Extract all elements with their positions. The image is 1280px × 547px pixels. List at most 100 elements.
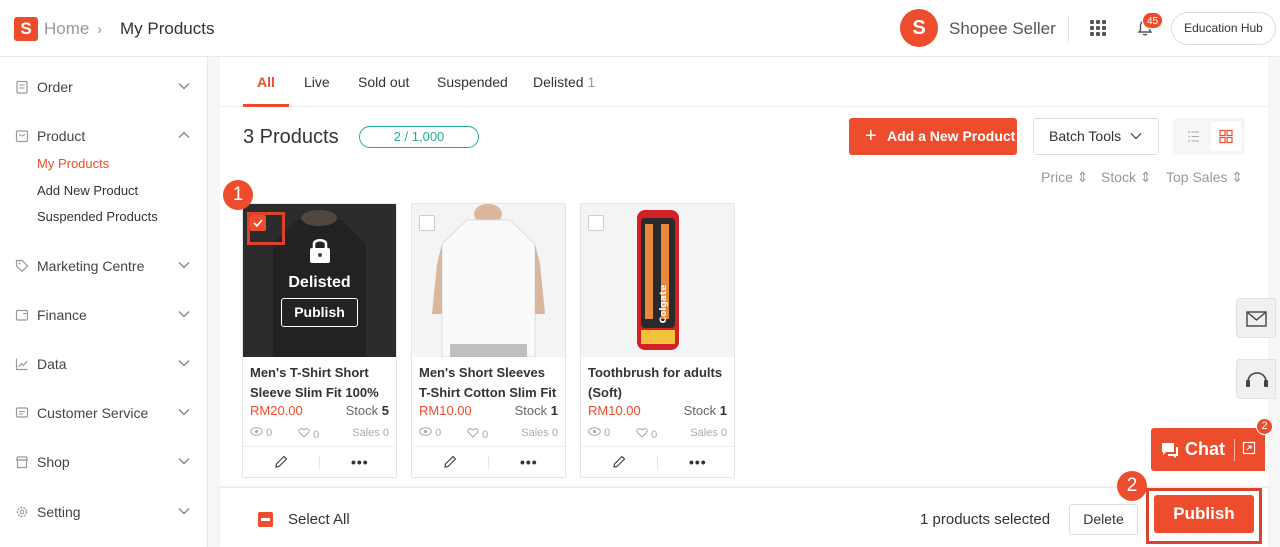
eye-icon: [250, 427, 263, 436]
sidebar-subitem-suspended-products[interactable]: Suspended Products: [37, 209, 158, 224]
sidebar-item-label: Shop: [37, 454, 70, 470]
sidebar-item-order[interactable]: Order: [0, 72, 208, 102]
product-name[interactable]: Toothbrush for adults (Soft): [588, 363, 729, 403]
heart-icon: [467, 428, 479, 438]
tab-live[interactable]: Live: [304, 74, 330, 90]
breadcrumb-home[interactable]: Home: [44, 19, 89, 39]
product-card[interactable]: Colgate Toothbrush for adults (Soft) RM1…: [580, 203, 735, 478]
gear-icon: [16, 506, 28, 518]
product-checkbox[interactable]: [588, 215, 604, 231]
sort-arrows-icon: ⇕: [1139, 169, 1152, 185]
product-price: RM10.00: [588, 403, 641, 418]
support-shortcut[interactable]: [1236, 359, 1276, 399]
heart-icon: [298, 428, 310, 438]
seller-avatar[interactable]: S: [900, 9, 938, 47]
sidebar-item-product[interactable]: Product: [0, 121, 208, 151]
sort-stock[interactable]: Stock ⇕: [1101, 169, 1152, 186]
sidebar-item-setting[interactable]: Setting: [0, 497, 208, 527]
tab-all[interactable]: All: [257, 74, 275, 90]
action-separator: [657, 456, 658, 470]
step-marker-2: 2: [1117, 471, 1147, 501]
message-icon: [15, 407, 29, 418]
chat-separator: [1234, 439, 1235, 461]
breadcrumb-separator-icon: ›: [97, 21, 102, 38]
more-options-icon[interactable]: •••: [520, 454, 538, 470]
chevron-down-icon: [178, 83, 190, 90]
edit-pencil-icon[interactable]: [612, 455, 626, 469]
product-name[interactable]: Men's Short Sleeves T-Shirt Cotton Slim …: [419, 363, 560, 403]
shopee-logo-icon[interactable]: S: [14, 17, 38, 41]
product-name[interactable]: Men's T-Shirt Short Sleeve Slim Fit 100%…: [250, 363, 391, 403]
delisted-label: Delisted: [288, 274, 351, 291]
action-separator: [488, 456, 489, 470]
seller-name[interactable]: Shopee Seller: [949, 19, 1056, 39]
apps-grid-icon[interactable]: [1090, 20, 1106, 36]
batch-tools-dropdown[interactable]: Batch Tools: [1033, 118, 1159, 155]
sidebar-item-shop[interactable]: Shop: [0, 447, 208, 477]
add-new-product-button[interactable]: + Add a New Product: [849, 118, 1017, 155]
edit-pencil-icon[interactable]: [274, 455, 288, 469]
more-options-icon[interactable]: •••: [689, 454, 707, 470]
product-stock: Stock 5: [345, 403, 389, 418]
more-options-icon[interactable]: •••: [351, 454, 369, 470]
sort-price[interactable]: Price ⇕: [1041, 169, 1089, 186]
mail-shortcut[interactable]: [1236, 298, 1276, 338]
sidebar-item-finance[interactable]: Finance: [0, 300, 208, 330]
select-all-label[interactable]: Select All: [288, 511, 350, 528]
views-count: 0: [250, 427, 272, 439]
product-stock: Stock 1: [683, 403, 727, 418]
sales-count: Sales 0: [521, 427, 558, 439]
chevron-down-icon: [178, 409, 190, 416]
product-quota-badge: 2 / 1,000: [359, 126, 479, 148]
tab-delisted[interactable]: Delisted 1: [533, 74, 595, 90]
headset-icon: [1246, 372, 1268, 387]
sort-arrows-icon: ⇕: [1076, 169, 1089, 185]
sales-count: Sales 0: [690, 427, 727, 439]
lock-icon: [310, 238, 330, 263]
expand-chat-icon[interactable]: [1242, 441, 1256, 455]
eye-icon: [588, 427, 601, 436]
product-card[interactable]: Men's Short Sleeves T-Shirt Cotton Slim …: [411, 203, 566, 478]
chat-button[interactable]: Chat: [1151, 428, 1265, 471]
tab-sold-out[interactable]: Sold out: [358, 74, 409, 90]
chevron-down-icon: [178, 262, 190, 269]
header-divider: [1068, 15, 1069, 43]
sidebar-item-label: Order: [37, 79, 73, 95]
sidebar-item-data[interactable]: Data: [0, 349, 208, 379]
grid-view-icon[interactable]: [1211, 122, 1241, 151]
publish-product-button[interactable]: Publish: [281, 298, 358, 327]
chevron-down-icon: [178, 458, 190, 465]
sidebar-item-label: Finance: [37, 307, 87, 323]
colgate-logo: Colgate: [659, 285, 669, 324]
product-checkbox[interactable]: [419, 215, 435, 231]
tab-suspended[interactable]: Suspended: [437, 74, 508, 90]
sidebar-item-customer-service[interactable]: Customer Service: [0, 398, 208, 428]
select-all-checkbox[interactable]: [258, 512, 273, 527]
plus-icon: +: [865, 125, 877, 147]
edit-pencil-icon[interactable]: [443, 455, 457, 469]
chevron-down-icon: [1130, 133, 1142, 140]
chevron-down-icon: [178, 311, 190, 318]
sidebar-subitem-my-products[interactable]: My Products: [37, 156, 109, 171]
sort-top-sales[interactable]: Top Sales ⇕: [1166, 169, 1243, 186]
education-hub-button[interactable]: Education Hub: [1171, 12, 1276, 45]
selected-count: 1 products selected: [920, 511, 1051, 528]
sidebar-item-marketing-centre[interactable]: Marketing Centre: [0, 251, 208, 281]
likes-count: 0: [467, 427, 488, 441]
tab-count: 1: [587, 74, 596, 90]
card-divider: [412, 446, 565, 447]
eye-icon: [419, 427, 432, 436]
sidebar-item-label: Customer Service: [37, 405, 149, 421]
sidebar-subitem-add-new-product[interactable]: Add New Product: [37, 183, 138, 198]
chat-unread-badge: 2: [1256, 418, 1273, 435]
chat-label: Chat: [1185, 439, 1225, 459]
action-separator: [319, 456, 320, 470]
chat-bubble-icon: [1162, 443, 1178, 458]
sort-arrows-icon: ⇕: [1231, 169, 1244, 185]
product-price: RM10.00: [419, 403, 472, 418]
list-view-icon[interactable]: [1181, 124, 1207, 149]
sidebar-item-label: Data: [37, 356, 67, 372]
checkbox-highlight-box: [247, 212, 285, 245]
delete-button[interactable]: Delete: [1069, 504, 1138, 535]
card-divider: [243, 446, 396, 447]
